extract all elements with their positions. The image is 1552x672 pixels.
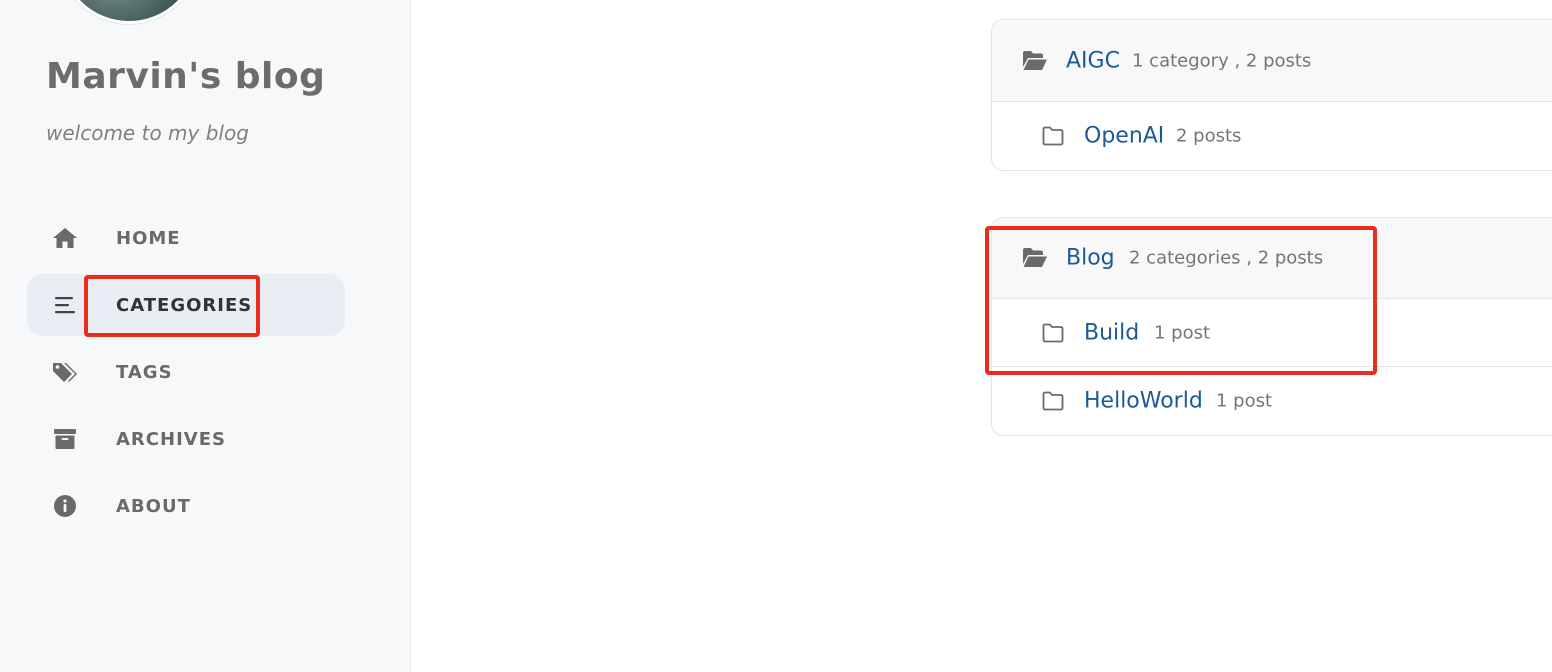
folder-icon <box>1042 126 1064 146</box>
nav-label: TAGS <box>116 361 173 383</box>
nav-item-tags[interactable]: TAGS <box>27 341 345 403</box>
folder-icon <box>1042 323 1064 343</box>
subcategory-link[interactable]: OpenAI <box>1084 124 1164 149</box>
category-card-aigc: AIGC 1 category , 2 posts OpenAI 2 posts <box>991 19 1552 171</box>
nav-label: CATEGORIES <box>116 294 253 316</box>
subcategory-row: Build 1 post <box>992 299 1552 367</box>
subcategory-link[interactable]: Build <box>1084 320 1139 345</box>
main-content: AIGC 1 category , 2 posts OpenAI 2 posts… <box>411 0 1552 672</box>
sidebar: Marvin's blog welcome to my blog HOME CA… <box>0 0 411 672</box>
archive-icon <box>51 425 79 453</box>
category-link[interactable]: AIGC <box>1066 48 1120 73</box>
nav-label: ABOUT <box>116 495 191 517</box>
folder-open-icon <box>1022 50 1048 72</box>
avatar[interactable] <box>58 0 200 24</box>
nav-item-archives[interactable]: ARCHIVES <box>27 408 345 470</box>
stream-icon <box>51 291 79 319</box>
subcategory-meta: 1 post <box>1216 390 1273 412</box>
category-header: AIGC 1 category , 2 posts <box>992 20 1552 102</box>
home-icon <box>51 224 79 252</box>
category-header: Blog 2 categories , 2 posts <box>992 218 1552 299</box>
sidebar-nav: HOME CATEGORIES TAGS ARCHIVES ABOUT <box>27 207 345 542</box>
category-link[interactable]: Blog <box>1066 246 1115 271</box>
nav-label: ARCHIVES <box>116 428 226 450</box>
subcategory-link[interactable]: HelloWorld <box>1084 389 1203 414</box>
info-circle-icon <box>51 492 79 520</box>
site-title[interactable]: Marvin's blog <box>46 56 325 97</box>
category-meta: 1 category , 2 posts <box>1132 50 1312 71</box>
nav-label: HOME <box>116 227 181 249</box>
category-meta: 2 categories , 2 posts <box>1129 247 1324 269</box>
subcategory-row: HelloWorld 1 post <box>992 367 1552 435</box>
nav-item-home[interactable]: HOME <box>27 207 345 269</box>
nav-item-categories[interactable]: CATEGORIES <box>27 274 345 336</box>
folder-open-icon <box>1022 247 1048 269</box>
subcategory-row: OpenAI 2 posts <box>992 102 1552 170</box>
subcategory-meta: 1 post <box>1154 322 1211 343</box>
subcategory-meta: 2 posts <box>1176 125 1242 147</box>
nav-item-about[interactable]: ABOUT <box>27 475 345 537</box>
folder-icon <box>1042 391 1064 411</box>
tags-icon <box>51 358 79 386</box>
category-card-blog: Blog 2 categories , 2 posts Build 1 post… <box>991 217 1552 436</box>
site-subtitle: welcome to my blog <box>46 121 249 145</box>
